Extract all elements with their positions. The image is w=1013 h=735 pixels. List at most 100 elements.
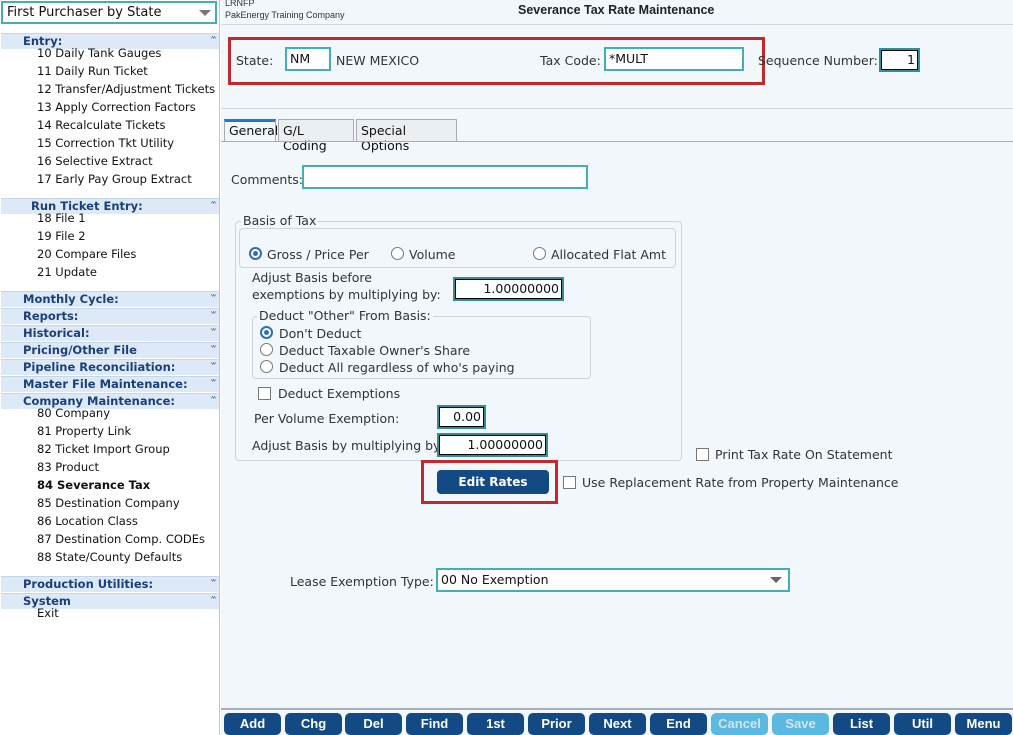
sidebar-item[interactable]: 14 Recalculate Tickets <box>37 117 166 133</box>
menu-selector-dropdown[interactable]: First Purchaser by State <box>1 1 217 24</box>
sidebar-item[interactable]: 17 Early Pay Group Extract <box>37 171 192 187</box>
expand-icon[interactable]: ˅˅ <box>210 343 217 358</box>
collapse-icon[interactable]: ˄˄ <box>210 394 217 409</box>
sidebar-item[interactable]: 12 Transfer/Adjustment Tickets <box>37 81 215 97</box>
expand-icon[interactable]: ˅˅ <box>210 326 217 341</box>
sidebar-item[interactable]: 86 Location Class <box>37 513 138 529</box>
per-volume-exemption-label: Per Volume Exemption: <box>254 411 400 426</box>
replacement-rate-checkbox[interactable] <box>563 476 576 489</box>
sidebar-item[interactable]: 82 Ticket Import Group <box>37 441 170 457</box>
tax-code-input[interactable]: *MULT <box>604 47 744 71</box>
lease-exemption-value: 00 No Exemption <box>441 572 549 587</box>
sidebar-item[interactable]: Exit <box>37 605 59 621</box>
chevron-down-icon <box>199 10 211 16</box>
dont-deduct-label: Don't Deduct <box>279 326 362 341</box>
sidebar-item[interactable]: 19 File 2 <box>37 228 86 244</box>
basis-volume-label: Volume <box>409 247 456 262</box>
basis-volume-radio[interactable] <box>391 247 404 260</box>
sidebar-item[interactable]: 21 Update <box>37 264 97 280</box>
deduct-all-radio[interactable] <box>260 360 273 373</box>
save-button[interactable]: Save <box>772 713 829 735</box>
collapse-icon[interactable]: ˄˄ <box>210 594 217 609</box>
sidebar-item[interactable]: 16 Selective Extract <box>37 153 153 169</box>
expand-icon[interactable]: ˅˅ <box>210 360 217 375</box>
section-pipeline-reconciliation[interactable]: Pipeline Reconciliation: ˅˅ <box>1 359 219 375</box>
list-button[interactable]: List <box>833 713 890 735</box>
sequence-number-label: Sequence Number: <box>758 53 878 68</box>
sidebar-item[interactable]: 85 Destination Company <box>37 495 180 511</box>
collapse-icon[interactable]: ˄˄ <box>210 199 217 214</box>
section-label: Reports: <box>23 309 79 323</box>
basis-gross-label: Gross / Price Per <box>267 247 369 262</box>
deduct-owner-share-radio[interactable] <box>260 343 273 356</box>
menu-button[interactable]: Menu <box>955 713 1012 735</box>
tab-gl-coding[interactable]: G/L Coding <box>278 119 354 153</box>
util-button[interactable]: Util <box>894 713 951 735</box>
deduct-exemptions-label: Deduct Exemptions <box>278 386 401 401</box>
section-label: Master File Maintenance: <box>23 377 188 391</box>
section-production-utilities[interactable]: Production Utilities: ˅˅ <box>1 576 219 592</box>
basis-gross-radio[interactable] <box>249 247 262 260</box>
section-label: Production Utilities: <box>23 577 154 591</box>
edit-rates-button[interactable]: Edit Rates <box>437 470 549 494</box>
section-run-ticket-entry[interactable]: Run Ticket Entry: ˄˄ <box>1 198 219 214</box>
tab-general[interactable]: General <box>224 119 278 142</box>
cancel-button[interactable]: Cancel <box>711 713 768 735</box>
collapse-icon[interactable]: ˄˄ <box>210 34 217 49</box>
1st-button[interactable]: 1st <box>467 713 524 735</box>
comments-label: Comments: <box>231 172 303 187</box>
add-button[interactable]: Add <box>224 713 281 735</box>
section-company-maintenance[interactable]: Company Maintenance: ˄˄ <box>1 393 219 409</box>
prior-button[interactable]: Prior <box>528 713 585 735</box>
sidebar-item[interactable]: 11 Daily Run Ticket <box>37 63 148 79</box>
state-input[interactable]: NM <box>285 47 331 71</box>
sidebar-item[interactable]: 84 Severance Tax <box>37 477 150 493</box>
sidebar-item[interactable]: 10 Daily Tank Gauges <box>37 45 161 61</box>
expand-icon[interactable]: ˅˅ <box>210 292 217 307</box>
next-button[interactable]: Next <box>589 713 646 735</box>
sidebar-item[interactable]: 15 Correction Tkt Utility <box>37 135 174 151</box>
sidebar-item[interactable]: 80 Company <box>37 405 110 421</box>
expand-icon[interactable]: ˅˅ <box>210 309 217 324</box>
adjust-before-input[interactable]: 1.00000000 <box>453 277 564 301</box>
per-volume-exemption-input[interactable]: 0.00 <box>437 405 486 429</box>
sidebar-item[interactable]: 20 Compare Files <box>37 246 136 262</box>
end-button[interactable]: End <box>650 713 707 735</box>
tab-special-options[interactable]: Special Options <box>356 119 457 153</box>
sidebar-item[interactable]: 81 Property Link <box>37 423 131 439</box>
comments-input[interactable] <box>302 165 588 189</box>
sidebar: First Purchaser by State Entry: ˄˄ 10 Dail… <box>0 0 220 735</box>
sidebar-item[interactable]: 88 State/County Defaults <box>37 549 182 565</box>
sidebar-item[interactable]: 87 Destination Comp. CODEs <box>37 531 205 547</box>
adjust-before-label-2: exemptions by multiplying by: <box>252 287 441 302</box>
lease-exemption-dropdown[interactable]: 00 No Exemption <box>436 568 790 592</box>
lease-exemption-label: Lease Exemption Type: <box>290 574 434 589</box>
chg-button[interactable]: Chg <box>285 713 342 735</box>
basis-allocated-label: Allocated Flat Amt <box>551 247 667 262</box>
sequence-number-input[interactable]: 1 <box>879 48 920 72</box>
section-label: Pipeline Reconciliation: <box>23 360 176 374</box>
section-monthly-cycle[interactable]: Monthly Cycle: ˅˅ <box>1 291 219 307</box>
sidebar-item[interactable]: 83 Product <box>37 459 99 475</box>
find-button[interactable]: Find <box>406 713 463 735</box>
chevron-down-icon <box>770 577 782 583</box>
sidebar-item[interactable]: 18 File 1 <box>37 210 86 226</box>
deduct-exemptions-checkbox[interactable] <box>258 387 271 400</box>
page-title: Severance Tax Rate Maintenance <box>518 3 715 17</box>
del-button[interactable]: Del <box>345 713 402 735</box>
section-reports[interactable]: Reports: ˅˅ <box>1 308 219 324</box>
basis-allocated-radio[interactable] <box>533 247 546 260</box>
section-historical[interactable]: Historical: ˅˅ <box>1 325 219 341</box>
section-pricing-other-file-maintenance[interactable]: Pricing/Other File Maintenance:˅˅ <box>1 342 219 372</box>
print-tax-rate-checkbox[interactable] <box>696 448 709 461</box>
section-master-file-maintenance[interactable]: Master File Maintenance: ˅˅ <box>1 376 219 392</box>
tax-code-label: Tax Code: <box>540 53 601 68</box>
dont-deduct-radio[interactable] <box>260 326 273 339</box>
adjust-basis-input[interactable]: 1.00000000 <box>437 433 548 457</box>
section-label: Monthly Cycle: <box>23 292 119 306</box>
sidebar-item[interactable]: 13 Apply Correction Factors <box>37 99 196 115</box>
expand-icon[interactable]: ˅˅ <box>210 377 217 392</box>
section-system[interactable]: System ˄˄ <box>1 593 219 609</box>
expand-icon[interactable]: ˅˅ <box>210 577 217 592</box>
main-panel: LRNFP PakEnergy Training Company Severan… <box>221 0 1013 735</box>
